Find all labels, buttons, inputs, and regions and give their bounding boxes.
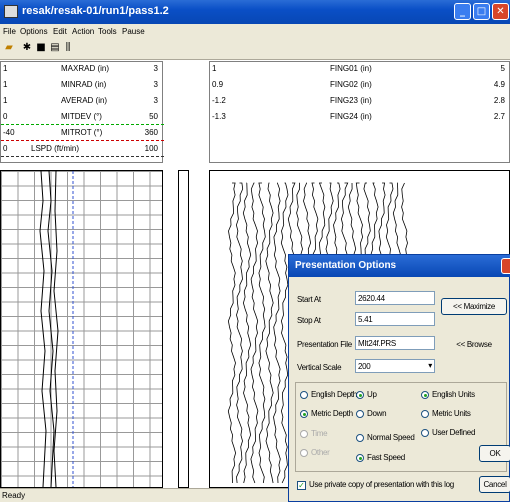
divider xyxy=(1,156,164,157)
radio-fast-speed-label: Fast Speed xyxy=(367,453,405,462)
menu-tools[interactable]: Tools xyxy=(98,27,117,36)
curve-row: 0.9 FING02 (in) 4.9 xyxy=(212,80,505,89)
private-copy-label: Use private copy of presentation with th… xyxy=(309,480,454,489)
curve-row: -1.2 FING23 (in) 2.8 xyxy=(212,96,505,105)
radio-normal-speed[interactable] xyxy=(356,434,364,442)
curve-row: 1 FING01 (in) 5 xyxy=(212,64,505,73)
radio-metric-units[interactable] xyxy=(421,410,429,418)
curve-row: 1 AVERAD (in) 3 xyxy=(3,96,158,105)
camera-icon[interactable]: ■ xyxy=(35,42,47,54)
presentation-file-label: Presentation File xyxy=(297,340,352,349)
radio-fast-speed[interactable] xyxy=(356,454,364,462)
left-curve-header: 1 MAXRAD (in) 3 1 MINRAD (in) 3 1 AVERAD (in)… xyxy=(0,61,164,163)
app-icon xyxy=(4,5,18,18)
left-log-track[interactable] xyxy=(0,170,163,488)
title-bar: resak/resak-01/run1/pass1.2 _ □ ✕ xyxy=(0,0,510,24)
radio-normal-speed-label: Normal Speed xyxy=(367,433,415,442)
radio-metric-depth-label: Metric Depth xyxy=(311,409,353,418)
maximize-button[interactable]: □ xyxy=(473,3,490,20)
radio-other[interactable] xyxy=(300,449,308,457)
radio-metric-units-label: Metric Units xyxy=(432,409,471,418)
radio-english-depth[interactable] xyxy=(300,391,308,399)
start-at-label: Start At xyxy=(297,295,321,304)
radio-english-units-label: English Units xyxy=(432,390,475,399)
presentation-file-input[interactable]: MIt24f.PRS xyxy=(355,336,435,350)
curve-row: 1 MINRAD (in) 3 xyxy=(3,80,158,89)
curve-row: 1 MAXRAD (in) 3 xyxy=(3,64,158,73)
window-title: resak/resak-01/run1/pass1.2 xyxy=(22,5,169,17)
chevron-down-icon: ▾ xyxy=(428,361,432,370)
maximize-button[interactable]: << Maximize xyxy=(441,298,507,315)
vertical-scale-label: Vertical Scale xyxy=(297,363,342,372)
radio-time-label: Time xyxy=(311,429,328,438)
finger-trace xyxy=(258,182,266,484)
finger-trace xyxy=(227,182,237,484)
finger-trace xyxy=(242,182,252,484)
signal-icon[interactable]: ⫼ xyxy=(62,42,74,54)
divider xyxy=(1,140,164,141)
ok-button[interactable]: OK xyxy=(479,445,510,462)
curve-row: -40 MITROT (°) 360 xyxy=(3,128,158,137)
radio-down-label: Down xyxy=(367,409,387,418)
menu-pause[interactable]: Pause xyxy=(122,27,145,36)
curve-row: 0 LSPD (ft/min) 100 xyxy=(3,144,158,153)
radio-user-defined-label: User Defined xyxy=(432,428,476,437)
presentation-options-dialog: Presentation Options Start At 2620.44 St… xyxy=(288,254,510,502)
radio-time[interactable] xyxy=(300,430,308,438)
finger-trace xyxy=(235,182,244,484)
menu-file[interactable]: File xyxy=(3,27,16,36)
menu-edit[interactable]: Edit xyxy=(53,27,67,36)
radio-english-depth-label: English Depth xyxy=(311,390,357,399)
menu-bar: File Options Edit Action Tools Pause xyxy=(0,24,510,38)
dialog-title: Presentation Options xyxy=(295,260,397,271)
open-icon[interactable]: ▰ xyxy=(3,42,15,54)
radio-up[interactable] xyxy=(356,391,364,399)
start-at-input[interactable]: 2620.44 xyxy=(355,291,435,305)
menu-options[interactable]: Options xyxy=(20,27,48,36)
right-curve-header: 1 FING01 (in) 5 0.9 FING02 (in) 4.9 -1.2 FING… xyxy=(209,61,510,163)
minimize-button[interactable]: _ xyxy=(454,3,471,20)
radio-up-label: Up xyxy=(367,390,377,399)
stop-at-input[interactable]: 5.41 xyxy=(355,312,435,326)
radio-english-units[interactable] xyxy=(421,391,429,399)
private-copy-checkbox[interactable]: ✓ xyxy=(297,481,306,490)
logger-icon[interactable]: ✱ xyxy=(21,42,33,54)
cancel-button[interactable]: Cancel xyxy=(479,476,510,493)
curve-row: -1.3 FING24 (in) 2.7 xyxy=(212,112,505,121)
finger-trace xyxy=(250,182,259,484)
status-text: Ready xyxy=(2,491,26,500)
radio-user-defined[interactable] xyxy=(421,429,429,437)
finger-trace xyxy=(273,182,281,484)
radio-down[interactable] xyxy=(356,410,364,418)
vertical-scale-select[interactable]: 200 ▾ xyxy=(355,359,435,373)
finger-trace xyxy=(280,182,289,484)
browse-button[interactable]: << Browse xyxy=(441,336,507,353)
dialog-title-bar: Presentation Options xyxy=(289,255,510,277)
caliper-curves xyxy=(39,171,74,487)
menu-action[interactable]: Action xyxy=(72,27,94,36)
curve-row: 0 MITDEV (°) 50 xyxy=(3,112,158,121)
divider xyxy=(1,124,164,125)
toolbar: ▰ ✱ ■ ▤ ⫼ xyxy=(0,38,510,60)
dialog-close-button[interactable] xyxy=(501,258,510,274)
depth-track xyxy=(178,170,189,488)
radio-other-label: Other xyxy=(311,448,330,457)
close-button[interactable]: ✕ xyxy=(492,3,509,20)
finger-trace xyxy=(265,182,274,484)
print-icon[interactable]: ▤ xyxy=(49,42,61,54)
radio-metric-depth[interactable] xyxy=(300,410,308,418)
stop-at-label: Stop At xyxy=(297,316,321,325)
